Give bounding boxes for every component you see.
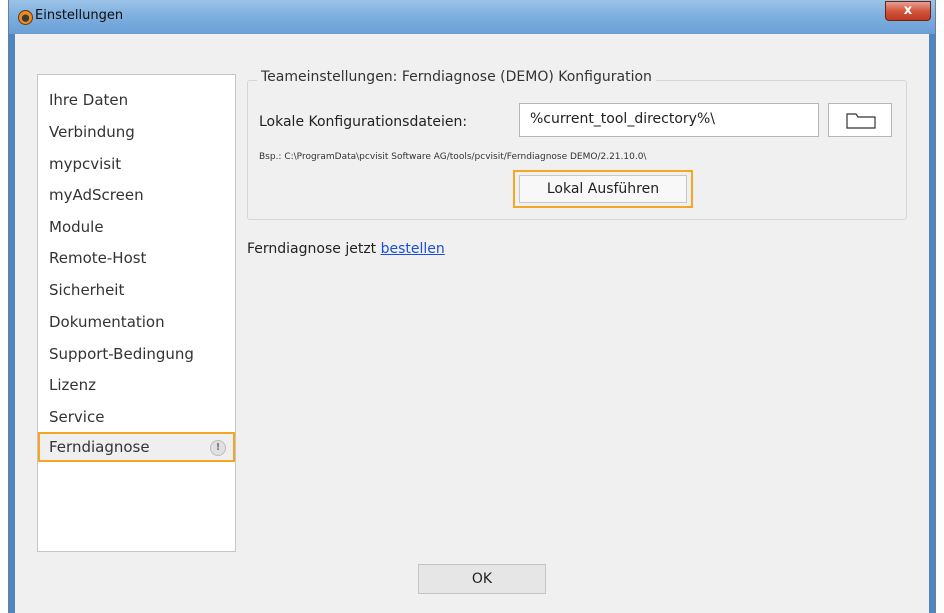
- sidebar-item-sicherheit[interactable]: Sicherheit: [38, 275, 235, 305]
- sidebar-item-mypcvisit[interactable]: mypcvisit: [38, 149, 235, 179]
- app-icon: [18, 10, 33, 25]
- close-button[interactable]: x: [885, 1, 931, 21]
- ok-button[interactable]: OK: [418, 564, 546, 594]
- config-label: Lokale Konfigurationsdateien:: [259, 114, 468, 130]
- dialog-body: Ihre Daten Verbindung mypcvisit myAdScre…: [15, 34, 929, 613]
- sidebar-item-label: Module: [49, 218, 104, 236]
- sidebar-item-label: Service: [49, 408, 105, 426]
- order-text: Ferndiagnose jetzt: [247, 241, 381, 257]
- order-line: Ferndiagnose jetzt bestellen: [247, 241, 445, 257]
- sidebar-item-support-bedingung[interactable]: Support-Bedingung: [38, 339, 235, 369]
- config-path-input[interactable]: %current_tool_directory%\: [519, 103, 819, 137]
- run-locally-button[interactable]: Lokal Ausführen: [513, 170, 693, 208]
- sidebar-item-label: Dokumentation: [49, 313, 165, 331]
- sidebar-item-label: myAdScreen: [49, 186, 144, 204]
- order-link[interactable]: bestellen: [381, 241, 445, 257]
- sidebar-item-myadscreen[interactable]: myAdScreen: [38, 180, 235, 210]
- sidebar-item-label: Sicherheit: [49, 281, 125, 299]
- sidebar-item-label: Ferndiagnose: [49, 438, 150, 456]
- sidebar-item-label: Ihre Daten: [49, 91, 129, 109]
- settings-window: Einstellungen x Ihre Daten Verbindung my…: [8, 0, 936, 613]
- sidebar-item-service[interactable]: Service: [38, 402, 235, 432]
- sidebar-item-label: Verbindung: [49, 123, 135, 141]
- sidebar-item-verbindung[interactable]: Verbindung: [38, 117, 235, 147]
- sidebar-item-remote-host[interactable]: Remote-Host: [38, 243, 235, 273]
- sidebar-item-ihre-daten[interactable]: Ihre Daten: [38, 85, 235, 115]
- close-icon: x: [903, 3, 913, 18]
- sidebar-item-dokumentation[interactable]: Dokumentation: [38, 307, 235, 337]
- run-locally-label: Lokal Ausführen: [519, 175, 687, 203]
- title-bar[interactable]: Einstellungen x: [9, 0, 935, 34]
- sidebar-item-label: mypcvisit: [49, 155, 122, 173]
- sidebar-item-label: Remote-Host: [49, 249, 147, 267]
- window-title: Einstellungen: [35, 8, 124, 23]
- sidebar-item-label: Lizenz: [49, 376, 97, 394]
- group-title: Teameinstellungen: Ferndiagnose (DEMO) K…: [257, 69, 656, 85]
- sidebar-item-module[interactable]: Module: [38, 212, 235, 242]
- sidebar-item-ferndiagnose[interactable]: Ferndiagnose !: [38, 432, 235, 462]
- warning-icon: !: [210, 440, 226, 456]
- sidebar-item-label: Support-Bedingung: [49, 345, 194, 363]
- sidebar-item-lizenz[interactable]: Lizenz: [38, 370, 235, 400]
- sidebar: Ihre Daten Verbindung mypcvisit myAdScre…: [37, 74, 236, 552]
- browse-folder-button[interactable]: [828, 103, 892, 137]
- folder-icon: [846, 113, 876, 129]
- path-example-hint: Bsp.: C:\ProgramData\pcvisit Software AG…: [259, 152, 647, 162]
